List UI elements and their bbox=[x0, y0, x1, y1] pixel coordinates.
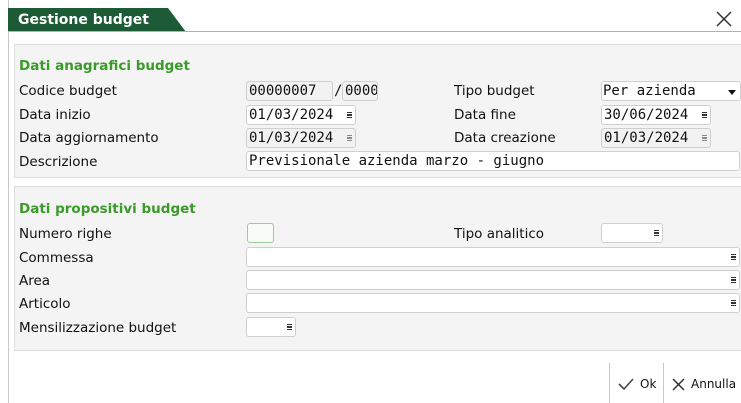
budget-window: Gestione budget Dati anagrafici budget C… bbox=[0, 0, 741, 403]
annulla-button-label: Annulla bbox=[691, 377, 737, 391]
ok-button[interactable]: Ok bbox=[617, 374, 656, 394]
data-aggiornamento-label: Data aggiornamento bbox=[19, 130, 159, 146]
section-title-anagrafici: Dati anagrafici budget bbox=[19, 58, 190, 74]
commessa-field[interactable] bbox=[246, 247, 740, 267]
tipo-analitico-label: Tipo analitico bbox=[454, 226, 545, 242]
descrizione-field[interactable]: Previsionale azienda marzo - giugno bbox=[246, 151, 740, 171]
list-lines-icon[interactable] bbox=[287, 324, 292, 330]
annulla-button[interactable]: Annulla bbox=[671, 374, 736, 394]
data-creazione-label: Data creazione bbox=[454, 130, 556, 146]
articolo-field[interactable] bbox=[246, 293, 740, 313]
section-title-propositivi: Dati propositivi budget bbox=[19, 201, 196, 217]
chevron-down-icon[interactable] bbox=[728, 90, 736, 95]
codice-budget-field[interactable]: 00000007 bbox=[246, 81, 333, 101]
data-inizio-field[interactable]: 01/03/2024 bbox=[246, 105, 356, 125]
footer-separator bbox=[663, 363, 664, 403]
list-lines-icon[interactable] bbox=[731, 254, 736, 260]
data-fine-field[interactable]: 30/06/2024 bbox=[601, 105, 711, 125]
list-lines-icon[interactable] bbox=[731, 300, 736, 306]
calendar-lines-icon bbox=[702, 135, 707, 141]
area-field[interactable] bbox=[246, 270, 740, 290]
tipo-budget-select[interactable]: Per azienda bbox=[601, 81, 741, 101]
commessa-label: Commessa bbox=[19, 250, 94, 266]
close-icon[interactable] bbox=[714, 9, 734, 29]
data-aggiornamento-field[interactable]: 01/03/2024 bbox=[246, 128, 356, 148]
data-creazione-field[interactable]: 01/03/2024 bbox=[601, 128, 711, 148]
calendar-lines-icon[interactable] bbox=[702, 112, 707, 118]
ok-button-label: Ok bbox=[640, 377, 657, 391]
title-bar: Gestione budget bbox=[0, 0, 741, 34]
mensilizzazione-field[interactable] bbox=[246, 317, 296, 337]
tipo-budget-value: Per azienda bbox=[603, 83, 696, 99]
check-icon bbox=[618, 378, 634, 391]
area-label: Area bbox=[19, 273, 51, 289]
data-fine-value: 30/06/2024 bbox=[604, 107, 689, 123]
data-aggiornamento-value: 01/03/2024 bbox=[249, 130, 334, 146]
tipo-budget-label: Tipo budget bbox=[454, 83, 535, 99]
window-title: Gestione budget bbox=[18, 12, 149, 28]
articolo-label: Articolo bbox=[19, 296, 71, 312]
tipo-analitico-field[interactable] bbox=[601, 223, 663, 243]
list-lines-icon[interactable] bbox=[731, 277, 736, 283]
footer-separator bbox=[609, 363, 610, 403]
title-divider bbox=[8, 31, 741, 32]
codice-budget-suffix-field[interactable]: 0000 bbox=[342, 81, 378, 101]
data-fine-label: Data fine bbox=[454, 107, 516, 123]
calendar-lines-icon[interactable] bbox=[347, 112, 352, 118]
close-icon bbox=[672, 377, 685, 391]
data-inizio-value: 01/03/2024 bbox=[249, 107, 334, 123]
list-lines-icon[interactable] bbox=[654, 230, 659, 236]
codice-budget-label: Codice budget bbox=[19, 83, 117, 99]
data-creazione-value: 01/03/2024 bbox=[604, 130, 689, 146]
descrizione-label: Descrizione bbox=[19, 154, 98, 170]
numero-righe-label: Numero righe bbox=[19, 226, 112, 242]
calendar-lines-icon bbox=[347, 135, 352, 141]
data-inizio-label: Data inizio bbox=[19, 107, 91, 123]
mensilizzazione-label: Mensilizzazione budget bbox=[19, 320, 177, 336]
numero-righe-field[interactable] bbox=[247, 223, 274, 243]
